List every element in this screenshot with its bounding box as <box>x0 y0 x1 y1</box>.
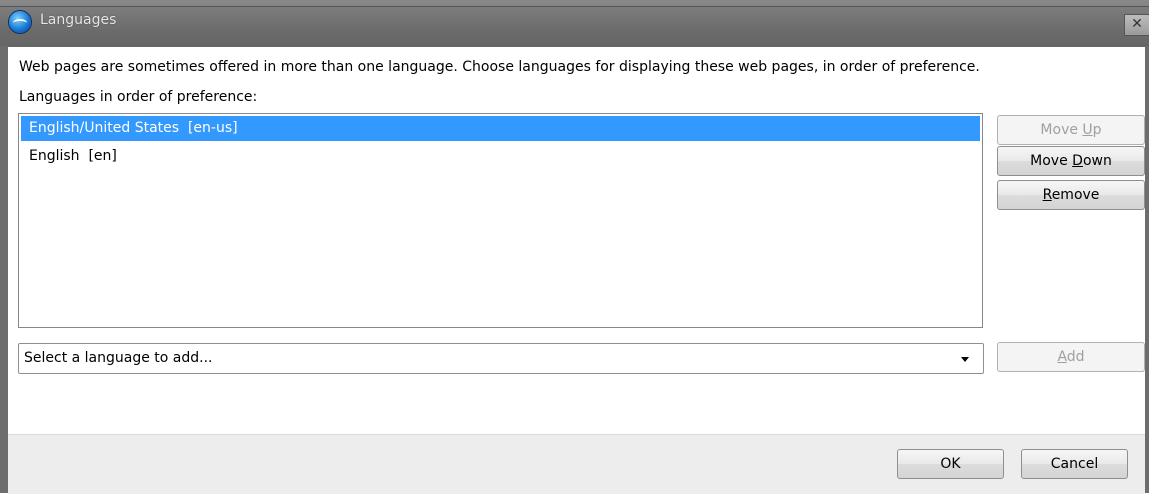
add-accel: A <box>1057 349 1067 365</box>
browser-logo-icon <box>9 11 31 33</box>
language-item-en-us[interactable]: English/United States [en-us] <box>21 116 980 141</box>
close-icon: ✕ <box>1131 16 1143 32</box>
title-bar-inner <box>0 6 1149 47</box>
language-select-placeholder: Select a language to add... <box>24 350 213 366</box>
move-up-label-pre: Move <box>1040 122 1083 138</box>
title-bar[interactable]: Languages ✕ <box>0 0 1149 47</box>
chevron-down-icon[interactable] <box>961 357 969 362</box>
move-down-accel: D <box>1072 153 1083 169</box>
remove-button[interactable]: Remove <box>997 180 1145 210</box>
language-item-en[interactable]: English [en] <box>21 144 980 169</box>
languages-dialog: Languages ✕ Web pages are sometimes offe… <box>0 0 1149 494</box>
dialog-description: Web pages are sometimes offered in more … <box>19 59 980 75</box>
window-border-right <box>1145 46 1149 493</box>
languages-list-label: Languages in order of preference: <box>19 89 258 105</box>
language-select[interactable]: Select a language to add... <box>18 343 984 374</box>
window-border-left <box>0 46 8 493</box>
move-down-label-pre: Move <box>1030 153 1073 169</box>
add-button[interactable]: Add <box>997 342 1145 372</box>
dialog-footer: OK Cancel <box>8 434 1145 494</box>
move-down-button[interactable]: Move Down <box>997 146 1145 176</box>
add-label-post: dd <box>1066 349 1085 365</box>
cancel-button[interactable]: Cancel <box>1021 449 1128 479</box>
move-up-label-post: p <box>1092 122 1102 138</box>
ok-button[interactable]: OK <box>897 449 1004 479</box>
close-button[interactable]: ✕ <box>1124 14 1149 36</box>
move-down-label-post: own <box>1082 153 1112 169</box>
dialog-title: Languages <box>40 12 117 28</box>
move-up-button[interactable]: Move Up <box>997 115 1145 145</box>
remove-accel: R <box>1042 187 1052 203</box>
languages-listbox[interactable]: English/United States [en-us] English [e… <box>18 113 983 328</box>
move-up-accel: U <box>1082 122 1093 138</box>
remove-label-post: emove <box>1051 187 1100 203</box>
